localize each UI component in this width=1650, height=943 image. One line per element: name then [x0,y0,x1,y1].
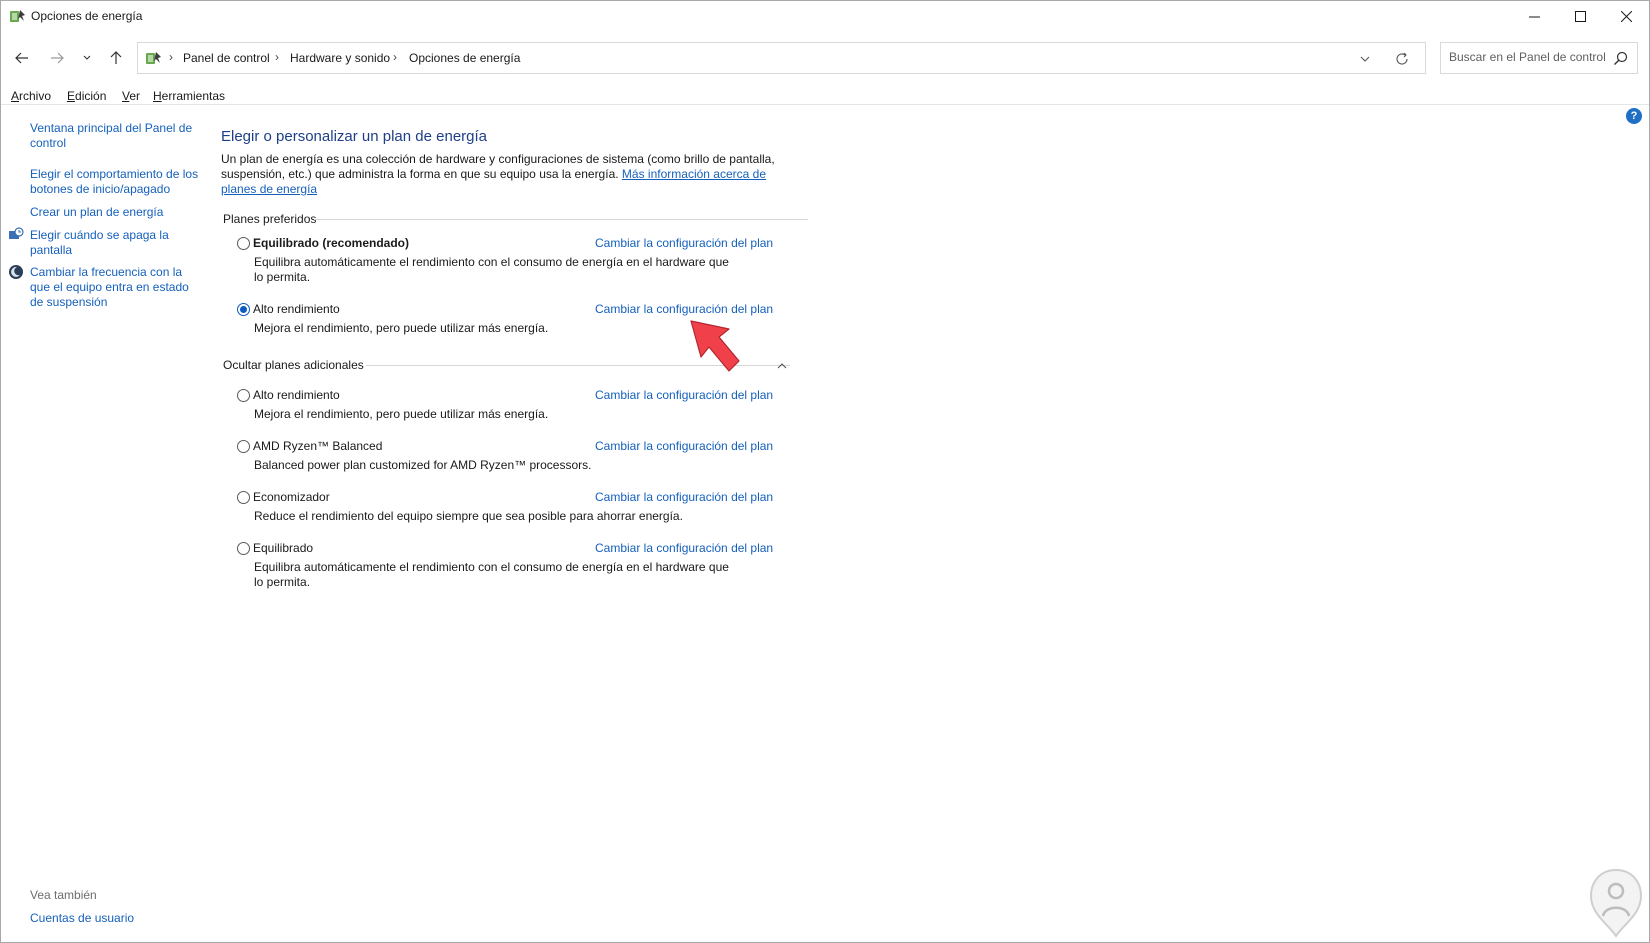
title-bar: Opciones de energía [1,1,1649,32]
plan-radio-selected[interactable] [237,303,250,316]
close-button[interactable] [1603,1,1649,32]
display-off-clock-icon [9,227,24,239]
plan-description: Mejora el rendimiento, pero puede utiliz… [254,321,549,335]
preferred-plans-header: Planes preferidos [223,212,317,226]
see-also-heading: Vea también [30,888,97,902]
sleep-moon-icon [9,265,23,279]
search-box[interactable] [1440,42,1638,74]
plan-description: Balanced power plan customized for AMD R… [254,458,592,472]
plan-description: Mejora el rendimiento, pero puede utiliz… [254,407,549,421]
refresh-icon[interactable] [1393,50,1411,68]
plan-name[interactable]: AMD Ryzen™ Balanced [253,439,382,453]
recent-locations-button[interactable] [75,46,99,70]
watermark-logo-icon [1589,868,1643,938]
help-icon[interactable]: ? [1626,108,1642,124]
plan-name[interactable]: Equilibrado [253,541,313,555]
chevron-up-icon[interactable] [776,360,788,372]
search-input[interactable] [1449,50,1609,64]
plan-radio[interactable] [237,491,250,504]
menu-bar: Archivo Edición Ver Herramientas [1,85,1649,105]
power-options-icon [10,10,25,22]
change-plan-settings-link[interactable]: Cambiar la configuración del plan [595,236,773,250]
menu-herramientas[interactable]: Herramientas [153,89,225,103]
plan-description: Equilibra automáticamente el rendimiento… [254,255,729,284]
up-button[interactable] [104,46,128,70]
change-plan-settings-link[interactable]: Cambiar la configuración del plan [595,388,773,402]
plan-radio[interactable] [237,237,250,250]
navigation-bar: › Panel de control › Hardware y sonido ›… [1,38,1649,78]
menu-edicion[interactable]: Edición [67,89,106,103]
menu-ver[interactable]: Ver [122,89,140,103]
sidebar-link-sleep-frequency[interactable]: Cambiar la frecuencia con la que el equi… [30,265,200,310]
change-plan-settings-link[interactable]: Cambiar la configuración del plan [595,541,773,555]
sidebar-link-user-accounts[interactable]: Cuentas de usuario [30,911,200,926]
chevron-down-icon [83,55,91,60]
change-plan-settings-link[interactable]: Cambiar la configuración del plan [595,302,773,316]
control-panel-icon [146,52,161,64]
close-icon [1620,11,1632,22]
plan-description: Equilibra automáticamente el rendimiento… [254,560,729,589]
sidebar-link-create-plan[interactable]: Crear un plan de energía [30,205,200,220]
breadcrumb-separator[interactable]: › [169,50,173,64]
address-bar[interactable]: › Panel de control › Hardware y sonido ›… [137,42,1426,74]
change-plan-settings-link[interactable]: Cambiar la configuración del plan [595,439,773,453]
breadcrumb-control-panel[interactable]: Panel de control [183,51,270,65]
change-plan-settings-link[interactable]: Cambiar la configuración del plan [595,490,773,504]
breadcrumb-power-options[interactable]: Opciones de energía [409,51,520,65]
plan-name[interactable]: Equilibrado (recomendado) [253,236,409,250]
additional-plans-header[interactable]: Ocultar planes adicionales [223,358,364,372]
menu-archivo[interactable]: Archivo [11,89,51,103]
divider [314,219,808,220]
plan-description: Reduce el rendimiento del equipo siempre… [254,509,683,523]
arrow-up-icon [110,51,122,64]
sidebar-link-display-off[interactable]: Elegir cuándo se apaga la pantalla [30,228,200,258]
back-button[interactable] [10,46,34,70]
breadcrumb-separator[interactable]: › [275,50,279,64]
plan-name[interactable]: Alto rendimiento [253,302,340,316]
plan-radio[interactable] [237,542,250,555]
minimize-icon [1528,16,1540,18]
breadcrumb-separator[interactable]: › [393,50,397,64]
forward-button[interactable] [45,46,69,70]
sidebar-link-power-buttons[interactable]: Elegir el comportamiento de los botones … [30,167,200,197]
sidebar: Ventana principal del Panel de control E… [1,105,201,942]
annotation-arrow-icon [690,320,740,372]
window-title: Opciones de energía [31,9,143,23]
arrow-right-icon [51,52,64,64]
sidebar-link-control-panel-home[interactable]: Ventana principal del Panel de control [30,121,200,151]
maximize-icon [1574,11,1586,22]
plan-name[interactable]: Economizador [253,490,330,504]
breadcrumb-hardware-sound[interactable]: Hardware y sonido [290,51,390,65]
plan-radio[interactable] [237,440,250,453]
plan-name[interactable]: Alto rendimiento [253,388,340,402]
page-title: Elegir o personalizar un plan de energía [221,128,488,145]
window: Opciones de energía › Panel de control ›… [0,0,1650,943]
minimize-button[interactable] [1511,1,1557,32]
search-icon[interactable] [1613,51,1628,66]
plan-radio[interactable] [237,389,250,402]
maximize-button[interactable] [1557,1,1603,32]
intro-text: Un plan de energía es una colección de h… [221,152,775,196]
arrow-left-icon [15,52,28,64]
address-history-chevron-icon[interactable] [1357,51,1373,67]
